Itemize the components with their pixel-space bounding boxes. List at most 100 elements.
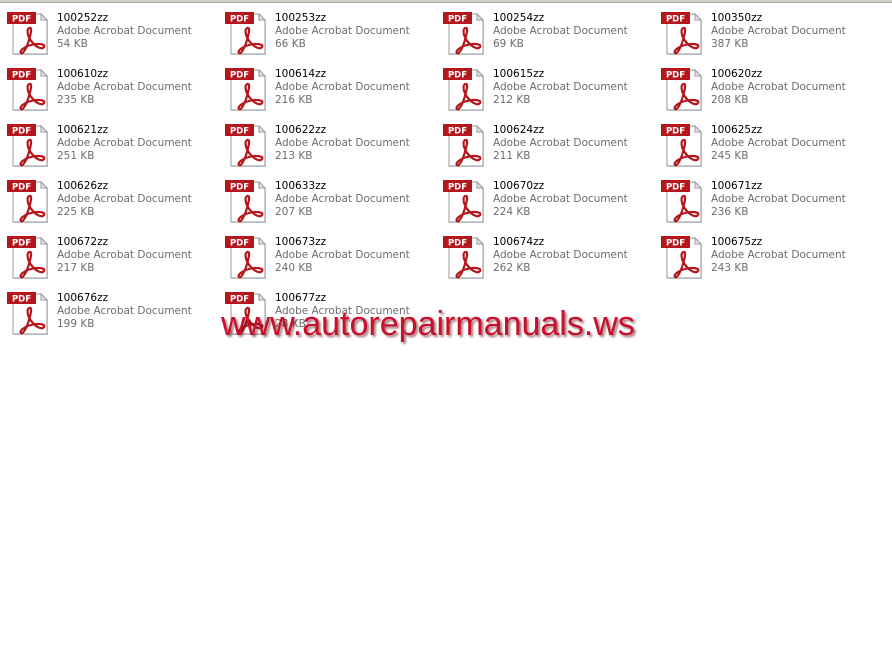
file-item[interactable]: PDF 100624zz Adobe Acrobat Document 211 … xyxy=(441,122,659,178)
file-item[interactable]: PDF 100633zz Adobe Acrobat Document 207 … xyxy=(223,178,441,234)
svg-text:PDF: PDF xyxy=(448,183,467,193)
file-size: 208 KB xyxy=(711,94,749,106)
pdf-icon: PDF xyxy=(223,234,269,280)
file-type: Adobe Acrobat Document xyxy=(711,137,846,149)
file-size: 54 KB xyxy=(57,38,88,50)
file-size: 28 KB xyxy=(275,318,306,330)
svg-text:PDF: PDF xyxy=(12,127,31,137)
file-type: Adobe Acrobat Document xyxy=(493,81,628,93)
file-item[interactable]: PDF 100620zz Adobe Acrobat Document 208 … xyxy=(659,66,877,122)
svg-text:PDF: PDF xyxy=(230,127,249,137)
pdf-icon: PDF xyxy=(223,66,269,112)
svg-text:PDF: PDF xyxy=(666,183,685,193)
file-item[interactable]: PDF 100625zz Adobe Acrobat Document 245 … xyxy=(659,122,877,178)
pdf-icon: PDF xyxy=(659,66,705,112)
svg-text:PDF: PDF xyxy=(448,15,467,25)
svg-text:PDF: PDF xyxy=(12,183,31,193)
file-type: Adobe Acrobat Document xyxy=(275,305,410,317)
file-size: 262 KB xyxy=(493,262,531,274)
file-type: Adobe Acrobat Document xyxy=(57,81,192,93)
pdf-icon: PDF xyxy=(659,178,705,224)
file-item[interactable]: PDF 100621zz Adobe Acrobat Document 251 … xyxy=(5,122,223,178)
file-size: 216 KB xyxy=(275,94,313,106)
file-size: 66 KB xyxy=(275,38,306,50)
file-item[interactable]: PDF 100252zz Adobe Acrobat Document 54 K… xyxy=(5,10,223,66)
svg-text:PDF: PDF xyxy=(448,71,467,81)
svg-text:PDF: PDF xyxy=(230,239,249,249)
file-item[interactable]: PDF 100615zz Adobe Acrobat Document 212 … xyxy=(441,66,659,122)
svg-text:PDF: PDF xyxy=(448,127,467,137)
file-item[interactable]: PDF 100614zz Adobe Acrobat Document 216 … xyxy=(223,66,441,122)
pdf-icon: PDF xyxy=(441,66,487,112)
pdf-icon: PDF xyxy=(441,178,487,224)
svg-text:PDF: PDF xyxy=(666,15,685,25)
file-item[interactable]: PDF 100253zz Adobe Acrobat Document 66 K… xyxy=(223,10,441,66)
svg-text:PDF: PDF xyxy=(666,127,685,137)
file-name: 100676zz xyxy=(57,292,109,304)
file-item[interactable]: PDF 100626zz Adobe Acrobat Document 225 … xyxy=(5,178,223,234)
svg-text:PDF: PDF xyxy=(448,239,467,249)
file-type: Adobe Acrobat Document xyxy=(275,249,410,261)
file-type: Adobe Acrobat Document xyxy=(711,249,846,261)
file-name: 100672zz xyxy=(57,236,109,248)
pdf-icon: PDF xyxy=(223,122,269,168)
pdf-icon: PDF xyxy=(5,178,51,224)
file-name: 100670zz xyxy=(493,180,545,192)
svg-text:PDF: PDF xyxy=(12,71,31,81)
file-size: 211 KB xyxy=(493,150,531,162)
pdf-icon: PDF xyxy=(223,10,269,56)
svg-text:PDF: PDF xyxy=(230,15,249,25)
file-item[interactable]: PDF 100671zz Adobe Acrobat Document 236 … xyxy=(659,178,877,234)
file-type: Adobe Acrobat Document xyxy=(275,25,410,37)
file-item[interactable]: PDF 100676zz Adobe Acrobat Document 199 … xyxy=(5,290,223,346)
file-type: Adobe Acrobat Document xyxy=(57,305,192,317)
file-item[interactable]: PDF 100673zz Adobe Acrobat Document 240 … xyxy=(223,234,441,290)
file-name: 100614zz xyxy=(275,68,327,80)
file-name: 100254zz xyxy=(493,12,545,24)
file-type: Adobe Acrobat Document xyxy=(493,25,628,37)
file-item[interactable]: PDF 100672zz Adobe Acrobat Document 217 … xyxy=(5,234,223,290)
file-name: 100253zz xyxy=(275,12,327,24)
file-name: 100252zz xyxy=(57,12,109,24)
file-item[interactable]: PDF 100670zz Adobe Acrobat Document 224 … xyxy=(441,178,659,234)
file-item[interactable]: PDF 100622zz Adobe Acrobat Document 213 … xyxy=(223,122,441,178)
file-item[interactable]: PDF 100350zz Adobe Acrobat Document 387 … xyxy=(659,10,877,66)
file-size: 387 KB xyxy=(711,38,749,50)
file-size: 251 KB xyxy=(57,150,95,162)
file-item[interactable]: PDF 100674zz Adobe Acrobat Document 262 … xyxy=(441,234,659,290)
file-size: 212 KB xyxy=(493,94,531,106)
file-size: 213 KB xyxy=(275,150,313,162)
file-item[interactable]: PDF 100610zz Adobe Acrobat Document 235 … xyxy=(5,66,223,122)
pdf-icon: PDF xyxy=(5,10,51,56)
file-size: 207 KB xyxy=(275,206,313,218)
file-name: 100610zz xyxy=(57,68,109,80)
file-item[interactable]: PDF 100675zz Adobe Acrobat Document 243 … xyxy=(659,234,877,290)
file-name: 100674zz xyxy=(493,236,545,248)
pdf-icon: PDF xyxy=(5,66,51,112)
file-name: 100625zz xyxy=(711,124,763,136)
file-name: 100675zz xyxy=(711,236,763,248)
file-type: Adobe Acrobat Document xyxy=(711,25,846,37)
file-name: 100673zz xyxy=(275,236,327,248)
pdf-icon: PDF xyxy=(659,234,705,280)
file-item[interactable]: PDF 100254zz Adobe Acrobat Document 69 K… xyxy=(441,10,659,66)
pdf-icon: PDF xyxy=(659,122,705,168)
file-type: Adobe Acrobat Document xyxy=(57,249,192,261)
file-type: Adobe Acrobat Document xyxy=(57,137,192,149)
pdf-icon: PDF xyxy=(223,290,269,336)
file-size: 240 KB xyxy=(275,262,313,274)
svg-text:PDF: PDF xyxy=(666,71,685,81)
file-name: 100615zz xyxy=(493,68,545,80)
svg-text:PDF: PDF xyxy=(230,295,249,305)
pdf-icon: PDF xyxy=(5,122,51,168)
file-type: Adobe Acrobat Document xyxy=(57,193,192,205)
pdf-icon: PDF xyxy=(5,290,51,336)
file-size: 224 KB xyxy=(493,206,531,218)
file-item[interactable]: PDF 100677zz Adobe Acrobat Document 28 K… xyxy=(223,290,441,346)
file-size: 217 KB xyxy=(57,262,95,274)
file-type: Adobe Acrobat Document xyxy=(275,81,410,93)
file-name: 100677zz xyxy=(275,292,327,304)
file-type: Adobe Acrobat Document xyxy=(493,249,628,261)
file-size: 243 KB xyxy=(711,262,749,274)
file-name: 100350zz xyxy=(711,12,763,24)
